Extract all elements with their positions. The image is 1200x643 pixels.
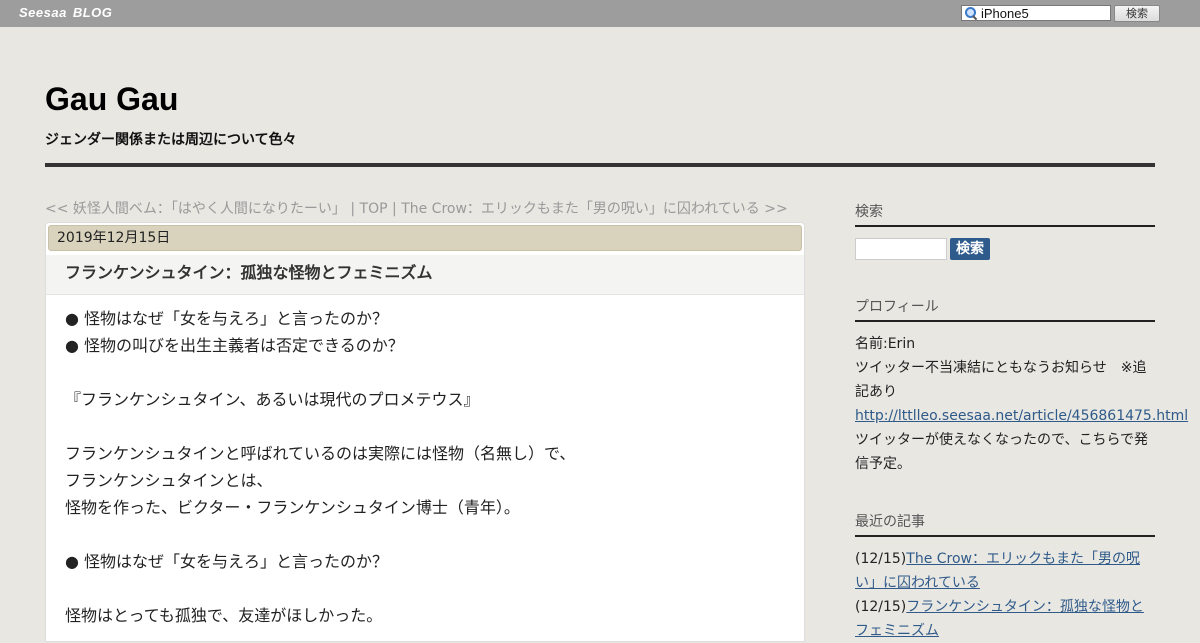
nav-separator: |: [387, 201, 402, 217]
top-search-input[interactable]: [978, 6, 1106, 20]
profile-note: ツイッターが使えなくなったので、こちらで発信予定。: [855, 432, 1149, 472]
profile-name: 名前:Erin: [855, 336, 916, 352]
sidebar-search-button[interactable]: 検索: [950, 238, 990, 260]
article-navigation: << 妖怪人間ベム：「はやく人間になりたーい」 | TOP | The Crow…: [45, 198, 788, 218]
article-line: ● 怪物の叫びを出生主義者は否定できるのか？: [65, 336, 404, 355]
site-description: ジェンダー関係または周辺について色々: [45, 132, 297, 148]
sidebar-search-heading: 検索: [855, 201, 1155, 227]
seesaa-blog-logo[interactable]: Seesaa BLOG: [19, 5, 118, 20]
article-line: 怪物はとっても孤独で、友達がほしかった。: [65, 606, 383, 625]
list-item: (12/15)フランケンシュタイン：孤独な怪物とフェミニズム: [855, 595, 1155, 643]
top-bar: Seesaa BLOG 検索: [0, 0, 1200, 27]
profile-notice: ツイッター不当凍結にともなうお知らせ ※追記あり: [855, 360, 1147, 400]
sidebar-search-input[interactable]: [855, 238, 947, 260]
sidebar-profile: プロフィール 名前:Erin ツイッター不当凍結にともなうお知らせ ※追記あり …: [855, 296, 1188, 476]
article-date: 2019年12月15日: [48, 225, 802, 251]
article-line: ● 怪物はなぜ「女を与えろ」と言ったのか？: [65, 309, 389, 328]
article-line: フランケンシュタインとは、: [65, 471, 273, 490]
article-line: 怪物を作った、ビクター・フランケンシュタイン博士（青年）。: [65, 498, 520, 517]
article-line: [65, 413, 785, 440]
prev-article-link[interactable]: << 妖怪人間ベム：「はやく人間になりたーい」: [45, 201, 346, 217]
header-divider: [45, 163, 1155, 167]
article-line: ● 怪物はなぜ「女を与えろ」と言ったのか？: [65, 552, 389, 571]
top-search-field[interactable]: [961, 5, 1111, 21]
recent-article-date: (12/15): [855, 599, 907, 615]
next-article-link[interactable]: The Crow：エリックもまた「男の呪い」に囚われている >>: [401, 201, 788, 217]
sidebar-profile-heading: プロフィール: [855, 296, 1155, 322]
top-link[interactable]: TOP: [360, 201, 388, 217]
profile-notice-link[interactable]: http://lttlleo.seesaa.net/article/456861…: [855, 408, 1188, 424]
article-body: ● 怪物はなぜ「女を与えろ」と言ったのか？ ● 怪物の叫びを出生主義者は否定でき…: [65, 305, 785, 629]
top-search-button[interactable]: 検索: [1114, 4, 1160, 22]
search-icon: [964, 6, 978, 20]
sidebar-search: 検索 検索: [855, 201, 1155, 260]
article-card: 2019年12月15日 フランケンシュタイン：孤独な怪物とフェミニズム ● 怪物…: [45, 222, 805, 642]
article-title[interactable]: フランケンシュタイン：孤独な怪物とフェミニズム: [46, 255, 804, 295]
list-item: (12/15)The Crow：エリックもまた「男の呪い」に囚われている: [855, 547, 1155, 595]
article-line: [65, 575, 785, 602]
top-search: 検索: [961, 4, 1160, 22]
brand-word-seesaa: Seesaa: [19, 5, 67, 20]
nav-separator: |: [345, 201, 360, 217]
site-title[interactable]: Gau Gau: [45, 81, 178, 118]
recent-article-date: (12/15): [855, 551, 907, 567]
article-line: [65, 521, 785, 548]
sidebar-recent-heading: 最近の記事: [855, 511, 1155, 537]
article-line: [65, 359, 785, 386]
article-line: フランケンシュタインと呼ばれているのは実際には怪物（名無し）で、: [65, 444, 576, 463]
article-line: 『フランケンシュタイン、あるいは現代のプロメテウス』: [65, 390, 480, 409]
brand-word-blog: BLOG: [72, 5, 113, 20]
sidebar-recent-articles: 最近の記事 (12/15)The Crow：エリックもまた「男の呪い」に囚われて…: [855, 511, 1155, 643]
